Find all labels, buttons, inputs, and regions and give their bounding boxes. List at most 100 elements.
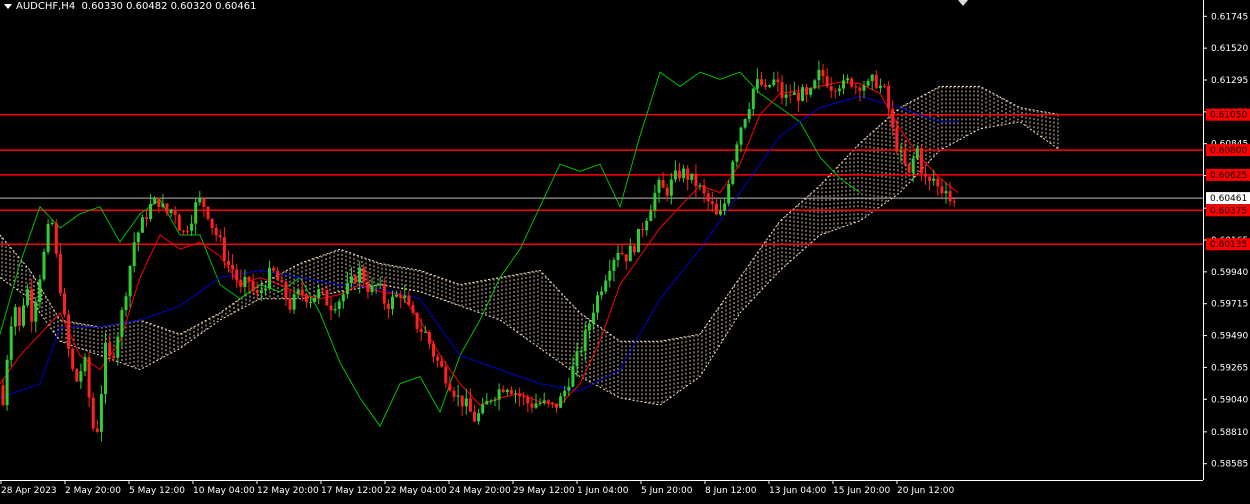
candle-body[interactable] [440,360,444,367]
candle-body[interactable] [887,85,891,109]
candle-body[interactable] [128,265,132,297]
candle-body[interactable] [239,279,243,288]
candle-body[interactable] [38,279,42,302]
candle-body[interactable] [161,203,165,207]
candle-body[interactable] [891,108,895,128]
candle-body[interactable] [821,69,825,77]
candle-body[interactable] [575,351,579,367]
candle-body[interactable] [374,285,378,287]
candle-body[interactable] [116,336,120,358]
candle-body[interactable] [903,150,907,165]
candle-body[interactable] [448,383,452,391]
candle-body[interactable] [345,282,349,295]
candle-body[interactable] [784,94,788,98]
dropdown-triangle-icon[interactable] [4,3,12,9]
candle-body[interactable] [337,301,341,309]
candle-body[interactable] [386,303,390,310]
candle-body[interactable] [132,242,136,266]
candle-body[interactable] [362,267,366,282]
candle-body[interactable] [75,369,79,382]
candle-body[interactable] [698,185,702,187]
candle-body[interactable] [477,413,481,422]
candle-body[interactable] [653,192,657,211]
candle-body[interactable] [874,74,878,89]
candle-body[interactable] [411,304,415,313]
candle-body[interactable] [731,161,735,184]
candle-body[interactable] [858,87,862,91]
candle-body[interactable] [846,78,850,81]
candle-body[interactable] [489,400,493,402]
candle-body[interactable] [505,389,509,393]
candle-body[interactable] [768,84,772,87]
candle-body[interactable] [632,245,636,253]
candle-body[interactable] [481,404,485,414]
candle-body[interactable] [792,92,796,96]
candle-body[interactable] [936,178,940,187]
candle-body[interactable] [79,371,83,382]
candle-body[interactable] [317,289,321,298]
candle-body[interactable] [473,411,476,422]
candle-body[interactable] [13,307,17,327]
candle-body[interactable] [464,398,468,407]
candle-body[interactable] [206,206,210,219]
candle-body[interactable] [46,224,50,252]
candle-body[interactable] [9,326,13,360]
candle-body[interactable] [751,88,755,110]
candle-body[interactable] [67,314,71,349]
candle-body[interactable] [210,218,214,229]
candle-body[interactable] [919,148,923,174]
candle-body[interactable] [124,296,128,311]
candle-body[interactable] [423,331,427,333]
candle-body[interactable] [34,301,38,322]
candle-body[interactable] [268,267,271,289]
candle-body[interactable] [928,176,932,181]
candle-body[interactable] [665,187,669,196]
candle-body[interactable] [436,356,440,361]
candle-body[interactable] [259,290,263,294]
candle-body[interactable] [407,295,411,305]
candle-body[interactable] [780,82,784,98]
candle-body[interactable] [743,119,747,128]
candle-body[interactable] [456,395,460,397]
candle-body[interactable] [296,289,300,295]
candle-body[interactable] [341,294,345,302]
candle-body[interactable] [87,357,91,398]
candle-body[interactable] [419,329,423,333]
chart-area[interactable]: 0.617450.615200.612950.610700.608450.606… [0,0,1250,500]
candle-body[interactable] [194,202,198,224]
candle-body[interactable] [678,170,681,179]
candle-body[interactable] [637,228,640,253]
candle-body[interactable] [833,90,837,92]
candle-body[interactable] [276,270,280,281]
candle-body[interactable] [243,276,247,288]
candle-body[interactable] [5,359,9,406]
candle-body[interactable] [661,180,665,188]
candle-body[interactable] [149,203,153,220]
candle-body[interactable] [714,203,718,215]
candle-body[interactable] [71,348,75,370]
candle-body[interactable] [620,252,624,255]
candle-body[interactable] [403,295,407,298]
candle-body[interactable] [907,164,911,173]
candle-body[interactable] [91,397,95,429]
candle-body[interactable] [596,295,599,313]
candle-body[interactable] [854,86,858,88]
candle-body[interactable] [837,88,841,92]
candle-body[interactable] [550,402,554,404]
candle-body[interactable] [628,245,632,262]
candle-body[interactable] [641,228,645,231]
candle-body[interactable] [719,210,722,215]
candle-body[interactable] [493,399,497,401]
candle-body[interactable] [1,385,5,406]
candle-body[interactable] [427,331,431,344]
candle-body[interactable] [612,260,616,271]
candle-body[interactable] [842,80,845,89]
candle-body[interactable] [391,296,394,310]
candle-body[interactable] [813,80,817,89]
candle-body[interactable] [616,252,620,261]
candle-body[interactable] [313,297,317,302]
candle-body[interactable] [760,79,763,85]
candle-body[interactable] [735,144,739,162]
candle-body[interactable] [669,179,673,196]
candle-body[interactable] [300,289,304,295]
